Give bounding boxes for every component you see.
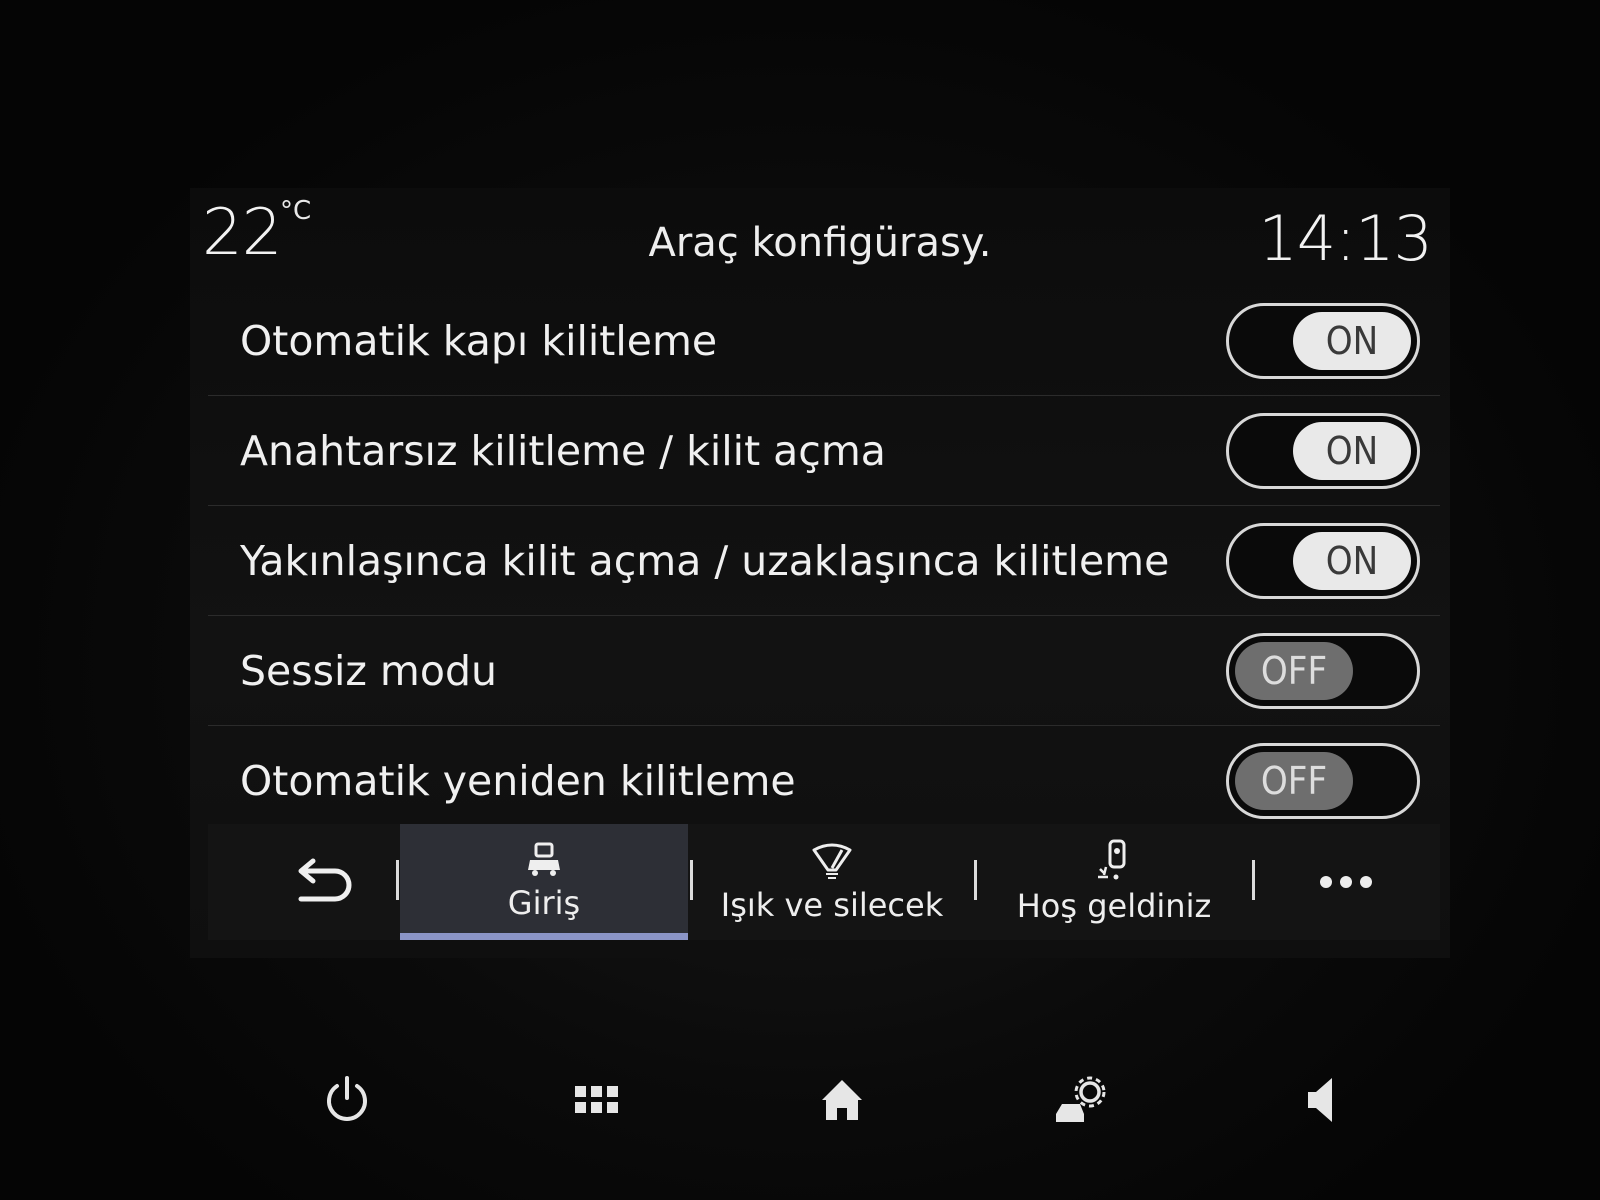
vehicle-settings-button[interactable] xyxy=(1042,1060,1122,1140)
proximity-lock-toggle[interactable]: ON xyxy=(1226,522,1420,599)
tab-label: Hoş geldiniz xyxy=(1016,887,1212,925)
toggle-knob: ON xyxy=(1293,531,1411,590)
car-lock-icon xyxy=(528,842,560,876)
tab-separator xyxy=(396,860,399,900)
power-button[interactable] xyxy=(307,1060,387,1140)
volume-button[interactable] xyxy=(1282,1060,1362,1140)
tab-label: Işık ve silecek xyxy=(720,886,944,924)
setting-label: Otomatik kapı kilitleme xyxy=(240,316,718,365)
settings-list: Otomatik kapı kilitleme ON Anahtarsız ki… xyxy=(208,286,1440,836)
tab-hos-geldiniz[interactable]: Hoş geldiniz xyxy=(976,824,1252,940)
back-button[interactable] xyxy=(248,824,398,940)
vehicle-settings-icon xyxy=(1056,1076,1106,1122)
tab-label: Giriş xyxy=(507,884,581,922)
silent-mode-toggle[interactable]: OFF xyxy=(1226,632,1420,709)
infotainment-screen: 22 °C Araç konfigürasy. 14:13 Otomatik k… xyxy=(190,188,1450,958)
more-options-button[interactable] xyxy=(1258,824,1434,940)
hardware-keys-bar xyxy=(0,1040,1600,1160)
wiper-light-icon xyxy=(812,843,852,879)
setting-label: Yakınlaşınca kilit açma / uzaklaşınca ki… xyxy=(240,536,1170,585)
keyless-lock-toggle[interactable]: ON xyxy=(1226,412,1420,489)
toggle-knob: OFF xyxy=(1235,752,1353,810)
apps-grid-icon xyxy=(575,1086,618,1113)
auto-door-lock-toggle[interactable]: ON xyxy=(1226,302,1420,379)
outside-temperature: 22 xyxy=(202,196,282,270)
toggle-knob: ON xyxy=(1293,421,1411,480)
setting-label: Sessiz modu xyxy=(240,646,497,695)
tab-isik-ve-silecek[interactable]: Işık ve silecek xyxy=(692,824,972,940)
power-icon xyxy=(327,1076,367,1121)
toggle-knob: OFF xyxy=(1235,641,1353,700)
page-title: Araç konfigürasy. xyxy=(648,220,992,266)
tab-giris[interactable]: Giriş xyxy=(400,824,688,940)
temperature-unit: °C xyxy=(280,196,312,226)
home-icon xyxy=(822,1080,862,1120)
setting-row-auto-door-lock[interactable]: Otomatik kapı kilitleme ON xyxy=(208,286,1440,396)
tab-separator xyxy=(1252,860,1255,900)
setting-row-auto-relock[interactable]: Otomatik yeniden kilitleme OFF xyxy=(208,726,1440,836)
setting-row-proximity-lock[interactable]: Yakınlaşınca kilit açma / uzaklaşınca ki… xyxy=(208,506,1440,616)
setting-label: Anahtarsız kilitleme / kilit açma xyxy=(240,426,886,475)
auto-relock-toggle[interactable]: OFF xyxy=(1226,743,1420,819)
back-arrow-icon xyxy=(298,858,352,902)
home-button[interactable] xyxy=(802,1060,882,1140)
clock: 14:13 xyxy=(1258,202,1433,275)
setting-label: Otomatik yeniden kilitleme xyxy=(240,757,796,805)
volume-icon xyxy=(1308,1078,1332,1122)
setting-row-silent-mode[interactable]: Sessiz modu OFF xyxy=(208,616,1440,726)
setting-row-keyless-lock[interactable]: Anahtarsız kilitleme / kilit açma ON xyxy=(208,396,1440,506)
apps-button[interactable] xyxy=(557,1060,637,1140)
welcome-person-icon xyxy=(1098,839,1126,880)
more-dots-icon xyxy=(1320,876,1372,888)
toggle-knob: ON xyxy=(1293,311,1411,370)
tab-bar: Giriş Işık ve silecek Hoş geldiniz xyxy=(208,824,1440,940)
